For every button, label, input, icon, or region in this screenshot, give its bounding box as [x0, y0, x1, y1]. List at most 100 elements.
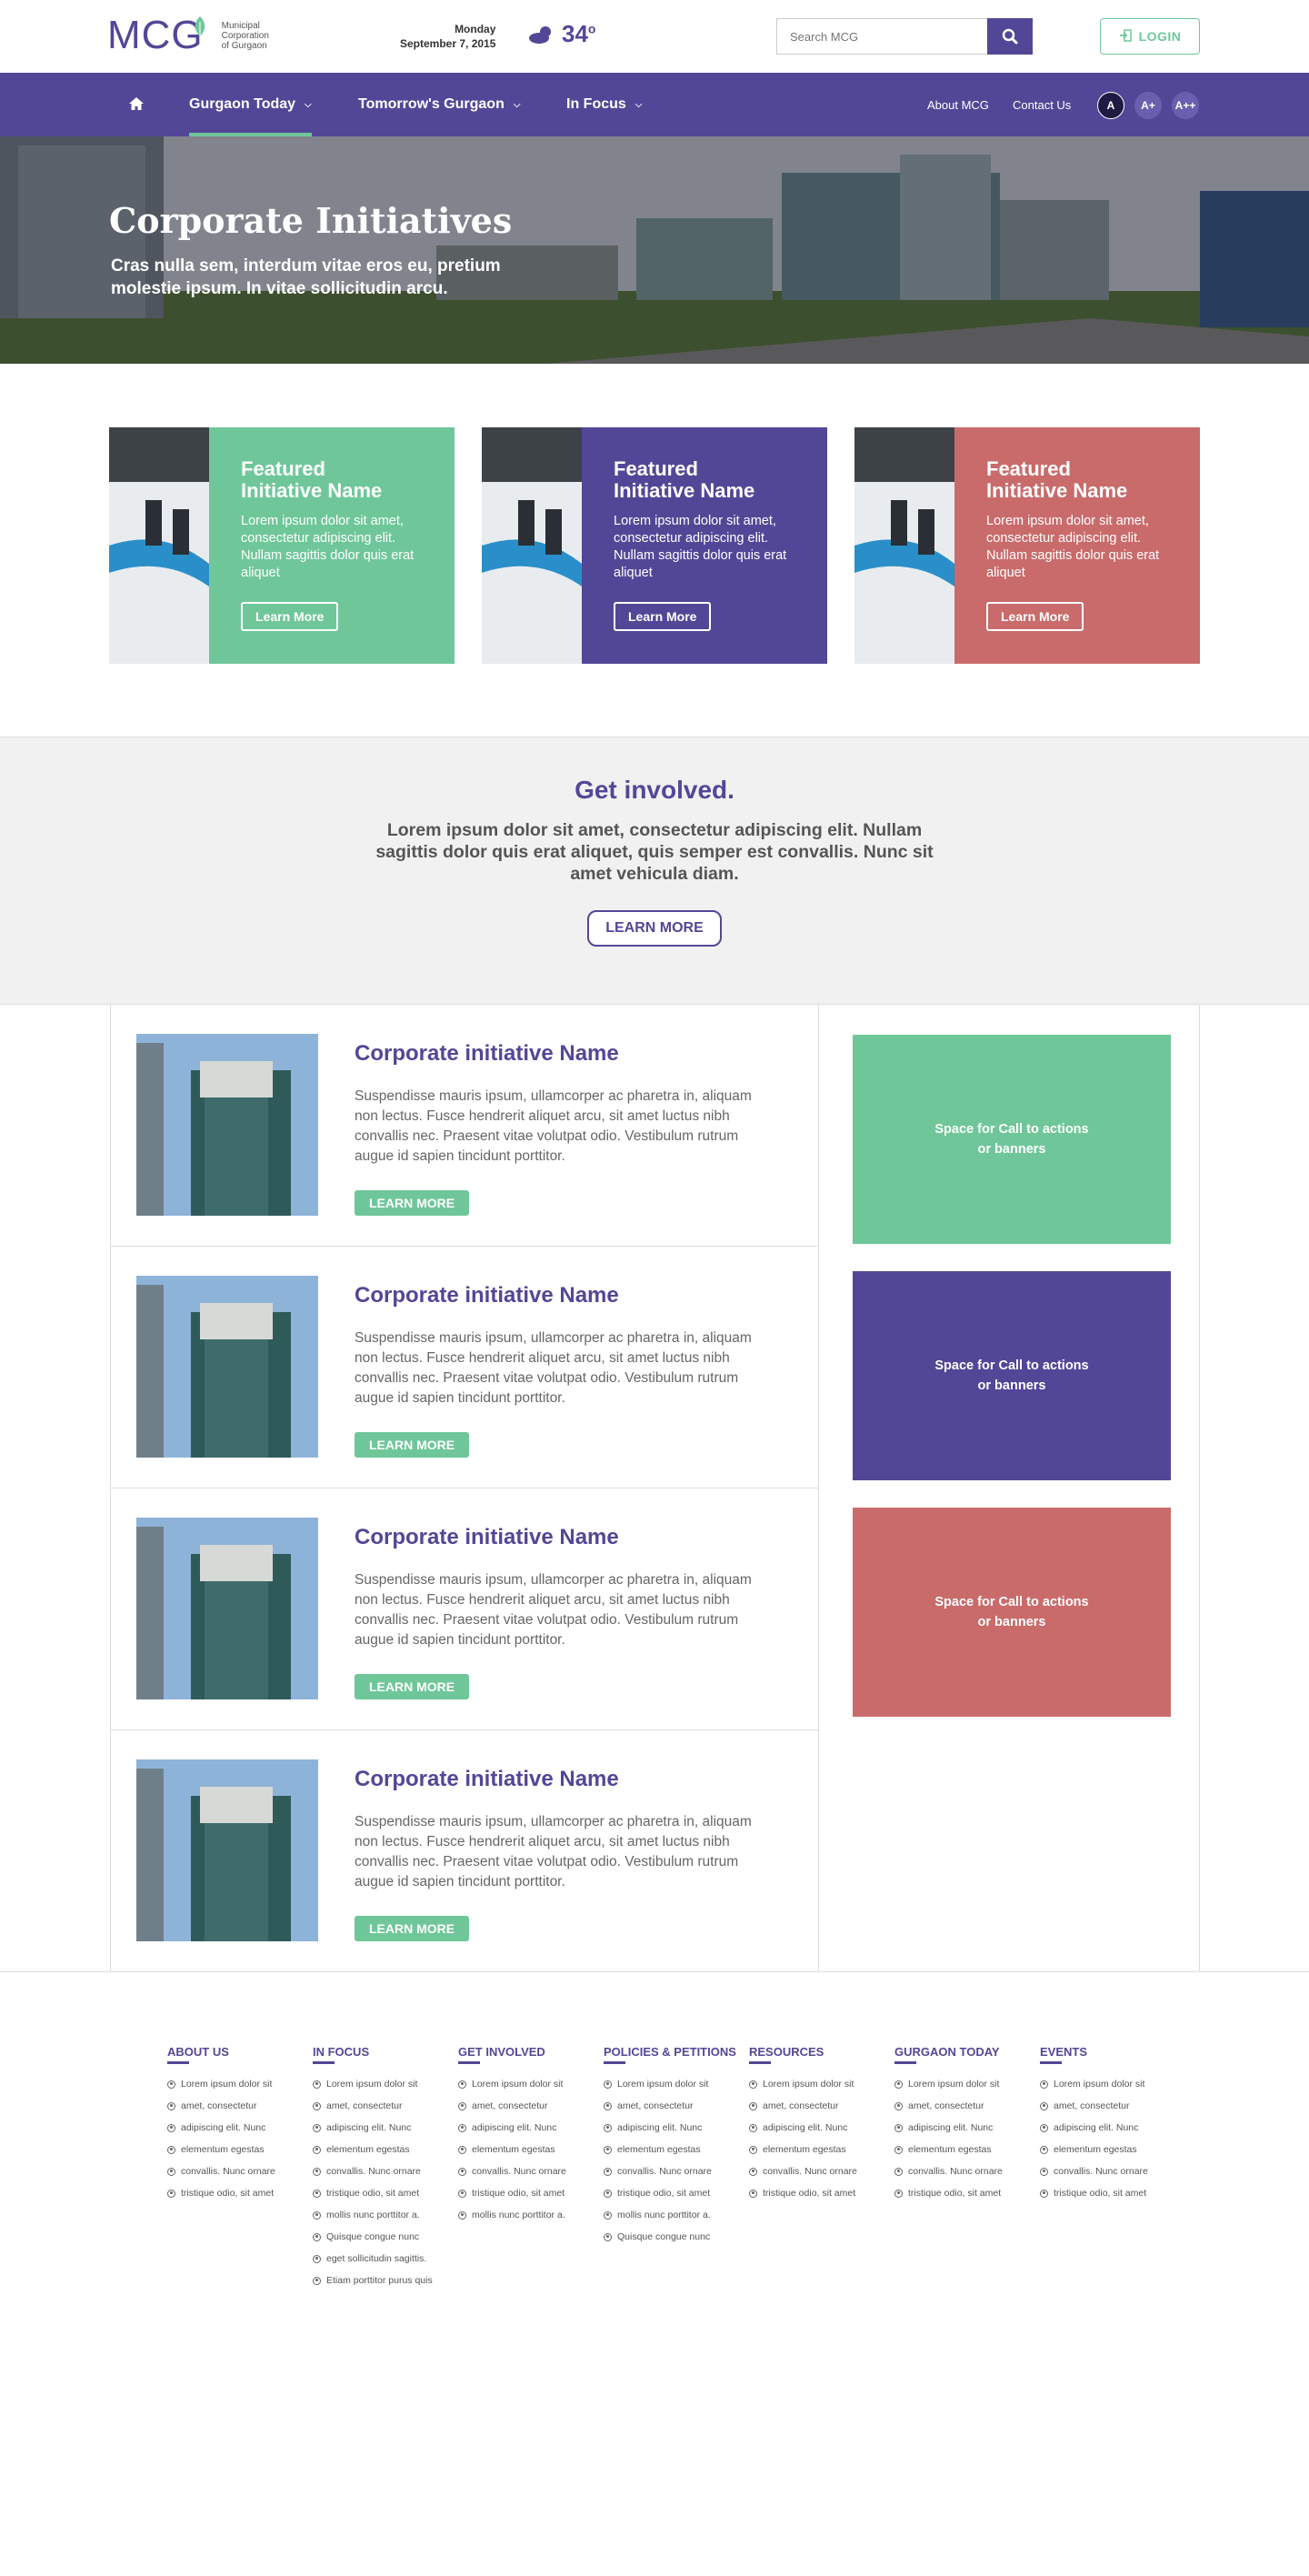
nav-in-focus[interactable]: In Focus ⌵ [566, 73, 642, 136]
bullet-circle-icon [749, 2080, 757, 2089]
footer-link[interactable]: Lorem ipsum dolor sit [313, 2073, 449, 2095]
footer-link[interactable]: convallis. Nunc ornare [749, 2160, 885, 2182]
footer-link[interactable]: amet, consectetur [894, 2095, 1031, 2117]
footer-link[interactable]: adipiscing elit. Nunc [749, 2117, 885, 2139]
footer-column-title[interactable]: RESOURCES [749, 2045, 885, 2064]
footer-link[interactable]: Lorem ipsum dolor sit [749, 2073, 885, 2095]
footer-link[interactable]: convallis. Nunc ornare [313, 2160, 449, 2182]
bullet-circle-icon [1040, 2145, 1048, 2154]
footer-link[interactable]: elementum egestas [604, 2139, 740, 2160]
initiative-image [136, 1276, 318, 1458]
footer-link[interactable]: elementum egestas [749, 2139, 885, 2160]
footer-link-label: Etiam porttitor purus quis [326, 2275, 433, 2286]
footer-link[interactable]: convallis. Nunc ornare [604, 2160, 740, 2182]
search-button[interactable] [987, 18, 1033, 55]
footer-column-title[interactable]: EVENTS [1040, 2045, 1176, 2064]
footer-link[interactable]: amet, consectetur [313, 2095, 449, 2117]
footer-link[interactable]: adipiscing elit. Nunc [894, 2117, 1031, 2139]
logo[interactable]: MCG Municipal Corporation of Gurgaon [107, 13, 276, 58]
footer-link[interactable]: adipiscing elit. Nunc [167, 2117, 304, 2139]
font-size-xlarge-button[interactable]: A++ [1172, 92, 1199, 119]
footer-link[interactable]: convallis. Nunc ornare [1040, 2160, 1176, 2182]
bullet-circle-icon [1040, 2189, 1048, 2198]
footer-link[interactable]: adipiscing elit. Nunc [604, 2117, 740, 2139]
initiative-learn-more-button[interactable]: LEARN MORE [355, 1916, 470, 1941]
footer-column-title[interactable]: ABOUT US [167, 2045, 304, 2064]
initiative-title[interactable]: Corporate initiative Name [355, 1283, 619, 1308]
footer-link[interactable]: mollis nunc porttitor a. [458, 2204, 595, 2226]
footer-link[interactable]: Lorem ipsum dolor sit [458, 2073, 595, 2095]
initiative-title[interactable]: Corporate initiative Name [355, 1767, 619, 1792]
search-input[interactable] [776, 18, 987, 55]
footer-link[interactable]: Quisque congue nunc [604, 2226, 740, 2248]
learn-more-button[interactable]: Learn More [614, 602, 712, 631]
footer-link[interactable]: elementum egestas [458, 2139, 595, 2160]
footer-link[interactable]: elementum egestas [894, 2139, 1031, 2160]
get-involved-learn-more-button[interactable]: LEARN MORE [587, 910, 722, 947]
initiative-learn-more-button[interactable]: LEARN MORE [355, 1190, 470, 1216]
footer-link[interactable]: tristique odio, sit amet [894, 2182, 1031, 2204]
learn-more-button[interactable]: Learn More [241, 602, 339, 631]
nav-about-mcg[interactable]: About MCG [927, 73, 989, 136]
footer-link[interactable]: mollis nunc porttitor a. [604, 2204, 740, 2226]
footer-link[interactable]: elementum egestas [167, 2139, 304, 2160]
featured-card-text: Lorem ipsum dolor sit amet, consectetur … [241, 514, 415, 580]
footer-link[interactable]: Etiam porttitor purus quis [313, 2270, 449, 2291]
footer-link[interactable]: convallis. Nunc ornare [458, 2160, 595, 2182]
footer-link[interactable]: Lorem ipsum dolor sit [1040, 2073, 1176, 2095]
nav-gurgaon-today[interactable]: Gurgaon Today ⌵ [189, 73, 312, 136]
footer-link[interactable]: tristique odio, sit amet [458, 2182, 595, 2204]
footer-link-label: elementum egestas [908, 2144, 992, 2155]
footer-link[interactable]: amet, consectetur [604, 2095, 740, 2117]
footer-link[interactable]: tristique odio, sit amet [604, 2182, 740, 2204]
footer-column-title[interactable]: IN FOCUS [313, 2045, 449, 2064]
initiative-learn-more-button[interactable]: LEARN MORE [355, 1674, 470, 1699]
footer-link[interactable]: tristique odio, sit amet [313, 2182, 449, 2204]
bullet-circle-icon [458, 2189, 466, 2198]
nav-contact-us[interactable]: Contact Us [1013, 73, 1071, 136]
featured-card-body: Featured Initiative Name Lorem ipsum dolo… [954, 427, 1200, 664]
footer-column-title[interactable]: POLICIES & PETITIONS [604, 2045, 740, 2064]
footer-link[interactable]: Lorem ipsum dolor sit [604, 2073, 740, 2095]
footer-link[interactable]: adipiscing elit. Nunc [313, 2117, 449, 2139]
login-button[interactable]: LOGIN [1100, 18, 1200, 55]
initiative-title[interactable]: Corporate initiative Name [355, 1525, 619, 1550]
cta-banner[interactable]: Space for Call to actions or banners [853, 1035, 1171, 1244]
home-icon[interactable] [125, 93, 147, 115]
footer-link-label: tristique odio, sit amet [908, 2188, 1002, 2199]
cta-banner[interactable]: Space for Call to actions or banners [853, 1508, 1171, 1717]
footer-link[interactable]: Lorem ipsum dolor sit [167, 2073, 304, 2095]
footer-link[interactable]: Quisque congue nunc [313, 2226, 449, 2248]
footer-link[interactable]: amet, consectetur [167, 2095, 304, 2117]
chevron-down-icon: ⌵ [305, 99, 312, 110]
footer-link[interactable]: Lorem ipsum dolor sit [894, 2073, 1031, 2095]
footer-link[interactable]: amet, consectetur [458, 2095, 595, 2117]
footer-link[interactable]: elementum egestas [313, 2139, 449, 2160]
initiative-title[interactable]: Corporate initiative Name [355, 1041, 619, 1067]
font-size-large-button[interactable]: A+ [1134, 92, 1162, 119]
footer-column-title[interactable]: GET INVOLVED [458, 2045, 595, 2064]
footer-link[interactable]: mollis nunc porttitor a. [313, 2204, 449, 2226]
cta-banner[interactable]: Space for Call to actions or banners [853, 1271, 1171, 1480]
font-size-normal-button[interactable]: A [1097, 92, 1124, 119]
footer-link[interactable]: tristique odio, sit amet [167, 2182, 304, 2204]
footer-link[interactable]: convallis. Nunc ornare [894, 2160, 1031, 2182]
footer-link[interactable]: tristique odio, sit amet [1040, 2182, 1176, 2204]
footer-link[interactable]: adipiscing elit. Nunc [458, 2117, 595, 2139]
footer-link[interactable]: convallis. Nunc ornare [167, 2160, 304, 2182]
initiative-learn-more-button[interactable]: LEARN MORE [355, 1432, 470, 1458]
footer-column-title[interactable]: GURGAON TODAY [894, 2045, 1031, 2064]
page-title: Corporate Initiatives [109, 200, 513, 241]
nav-tomorrows-gurgaon[interactable]: Tomorrow's Gurgaon ⌵ [358, 73, 520, 136]
bullet-circle-icon [604, 2101, 612, 2110]
footer-link[interactable]: eget sollicitudin sagittis. [313, 2248, 449, 2270]
footer-link[interactable]: amet, consectetur [1040, 2095, 1176, 2117]
footer-link[interactable]: tristique odio, sit amet [749, 2182, 885, 2204]
footer-link[interactable]: amet, consectetur [749, 2095, 885, 2117]
footer-link[interactable]: adipiscing elit. Nunc [1040, 2117, 1176, 2139]
footer-link[interactable]: elementum egestas [1040, 2139, 1176, 2160]
learn-more-button[interactable]: Learn More [986, 602, 1084, 631]
bullet-circle-icon [749, 2145, 757, 2154]
footer-link-label: convallis. Nunc ornare [763, 2166, 857, 2177]
bullet-circle-icon [894, 2123, 903, 2132]
